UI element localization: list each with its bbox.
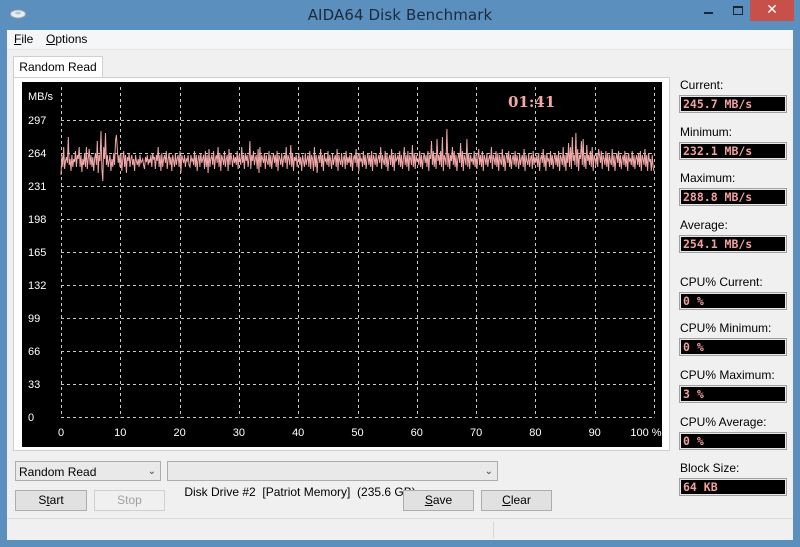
y-tick-label: 33 (28, 379, 40, 391)
y-tick-label: 132 (28, 280, 46, 292)
save-label-accel: S (424, 493, 433, 507)
cpu-average-label: CPU% Average: (680, 415, 767, 429)
cpu-current-label: CPU% Current: (680, 275, 763, 289)
y-tick-label: 66 (28, 346, 40, 358)
maximum-value: 288.8 MB/s (679, 188, 787, 206)
y-tick-label: 198 (28, 214, 46, 226)
y-axis-unit-label: MB/s (28, 91, 54, 103)
clear-label-accel: C (502, 493, 511, 507)
x-tick-label: 50 (351, 427, 363, 439)
cpu-minimum-label: CPU% Minimum: (680, 321, 772, 335)
clear-label-b: lear (510, 493, 531, 507)
maximum-label: Maximum: (680, 171, 736, 185)
menu-options-label: ptions (55, 32, 88, 46)
minimum-value: 232.1 MB/s (679, 142, 787, 160)
x-tick-label: 30 (233, 427, 245, 439)
x-tick-label: 70 (470, 427, 482, 439)
cpu-minimum-value: 0 % (679, 338, 787, 356)
y-tick-label: 0 (28, 412, 34, 424)
menu-bar: File Options (7, 30, 793, 50)
menu-file-label: ile (21, 32, 34, 46)
tab-random-read[interactable]: Random Read (13, 56, 103, 78)
y-tick-label: 231 (28, 181, 46, 193)
y-tick-label: 99 (28, 313, 40, 325)
cpu-maximum-value: 3 % (679, 385, 787, 403)
maximize-button[interactable] (724, 0, 752, 21)
current-value: 245.7 MB/s (679, 95, 787, 113)
start-label-b: art (49, 493, 64, 507)
x-tick-label: 100 % (630, 427, 661, 439)
y-tick-label: 264 (28, 148, 46, 160)
drive-value: Disk Drive #2 [Patriot Memory] (235.6 GB… (184, 485, 416, 499)
x-tick-label: 0 (58, 427, 64, 439)
clear-button[interactable]: Clear (481, 490, 552, 511)
benchmark-graph: 0 33 66 99 132 165 198 231 264 297 MB/s 0 10 20 30 40 50… (22, 82, 662, 447)
test-type-select[interactable]: Random Read ⌄ (15, 461, 161, 481)
window-title: AIDA64 Disk Benchmark (307, 6, 493, 24)
stop-button[interactable]: Stop (94, 490, 165, 511)
close-button[interactable]: ✕ (750, 0, 794, 21)
status-bar (7, 518, 793, 540)
minimum-label: Minimum: (680, 125, 733, 139)
minimize-button[interactable] (694, 0, 724, 21)
x-tick-label: 60 (411, 427, 423, 439)
title-bar[interactable]: AIDA64 Disk Benchmark ✕ (0, 0, 800, 30)
x-tick-label: 80 (529, 427, 541, 439)
tab-panel: 0 33 66 99 132 165 198 231 264 297 MB/s 0 10 20 30 40 50… (13, 77, 670, 451)
y-tick-label: 165 (28, 247, 46, 259)
x-tick-label: 90 (589, 427, 601, 439)
average-label: Average: (680, 218, 728, 232)
average-value: 254.1 MB/s (679, 235, 787, 253)
x-tick-label: 40 (292, 427, 304, 439)
y-tick-label: 297 (28, 115, 46, 127)
test-type-value: Random Read (19, 465, 97, 479)
status-divider (493, 521, 494, 538)
cpu-average-value: 0 % (679, 432, 787, 450)
save-label-b: ave (432, 493, 453, 507)
elapsed-timer: 01:41 (508, 93, 556, 111)
menu-options[interactable]: Options (46, 32, 87, 46)
chevron-down-icon: ⌄ (484, 466, 493, 477)
block-size-label: Block Size: (680, 461, 740, 475)
start-button[interactable]: Start (15, 490, 87, 511)
block-size-value: 64 KB (679, 478, 787, 496)
x-tick-label: 20 (173, 427, 185, 439)
series-line-random-read (60, 128, 655, 182)
drive-select[interactable]: Disk Drive #2 [Patriot Memory] (235.6 GB… (167, 461, 498, 499)
cpu-maximum-label: CPU% Maximum: (680, 368, 775, 382)
x-tick-label: 10 (114, 427, 126, 439)
benchmark-chart: 0 33 66 99 132 165 198 231 264 297 MB/s 0 10 20 30 40 50… (28, 87, 662, 439)
close-icon: ✕ (766, 2, 778, 18)
cpu-current-value: 0 % (679, 292, 787, 310)
save-button[interactable]: Save (403, 490, 474, 511)
menu-file[interactable]: File (14, 32, 33, 46)
chevron-down-icon: ⌄ (147, 466, 156, 477)
menu-options-accel: O (46, 32, 56, 46)
current-label: Current: (680, 78, 724, 92)
window-client: File Options Random Read 0 33 66 99 132 165 19… (7, 30, 793, 540)
